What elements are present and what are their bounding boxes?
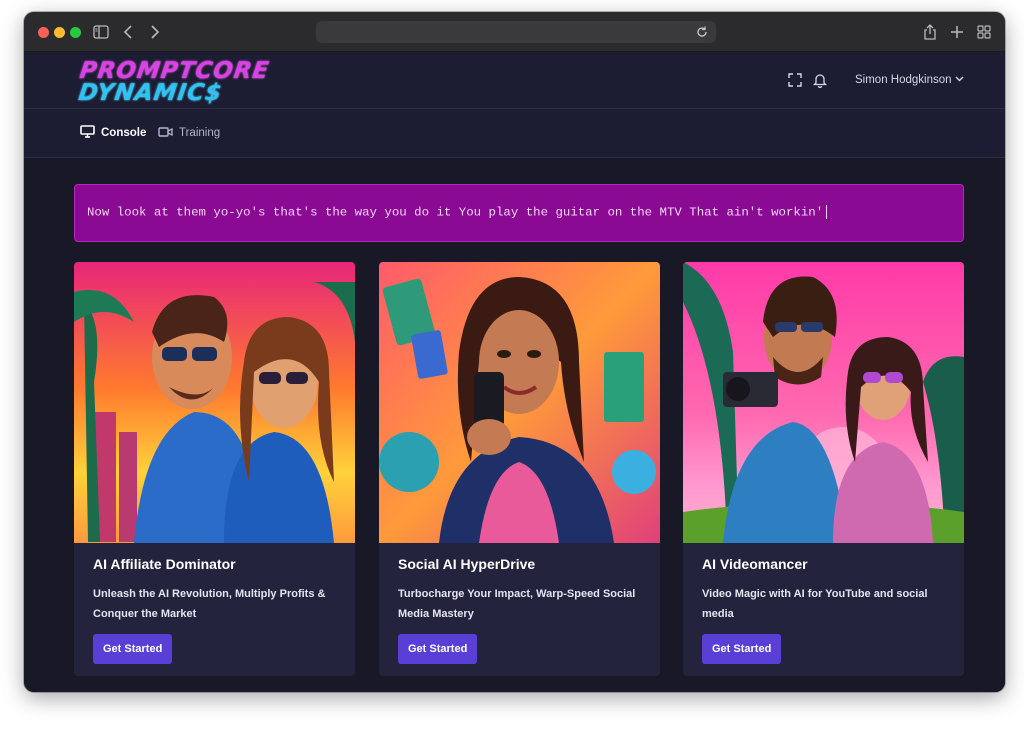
sidebar-toggle-icon[interactable] [91, 22, 111, 42]
get-started-button[interactable]: Get Started [398, 634, 478, 664]
retro-couple-illustration [74, 262, 355, 543]
browser-toolbar [24, 12, 1005, 52]
tab-console-label: Console [101, 127, 147, 139]
tab-overview-icon[interactable] [974, 22, 994, 42]
new-tab-icon[interactable] [947, 22, 967, 42]
main-nav: Console Training [24, 109, 1005, 158]
app-header: PROMPTCORE DYNAMIC$ Simon Hodgkinson [24, 52, 1005, 109]
card-description: Unleash the AI Revolution, Multiply Prof… [93, 588, 326, 620]
card-title: AI Videomancer [702, 556, 808, 572]
address-bar[interactable] [316, 21, 716, 43]
user-menu[interactable]: Simon Hodgkinson [855, 72, 964, 88]
card-ai-videomancer: AI Videomancer Video Magic with AI for Y… [683, 262, 964, 676]
back-icon[interactable] [118, 22, 138, 42]
typewriter-banner: Now look at them yo-yo's that's the way … [74, 184, 964, 242]
reload-icon[interactable] [694, 24, 710, 40]
logo-line-2: DYNAMIC$ [76, 80, 224, 106]
card-title: AI Affiliate Dominator [93, 556, 236, 572]
card-description: Turbocharge Your Impact, Warp-Speed Soci… [398, 588, 636, 620]
close-window-button[interactable] [38, 27, 49, 38]
monitor-icon [80, 125, 95, 141]
bell-icon[interactable] [812, 72, 828, 89]
fullscreen-icon[interactable] [787, 72, 803, 88]
banner-text-line: Now look at them yo-yo's that's the way … [87, 205, 828, 220]
tab-console[interactable]: Console [80, 125, 146, 141]
minimize-window-button[interactable] [54, 27, 65, 38]
brand-logo[interactable]: PROMPTCORE DYNAMIC$ [75, 58, 322, 108]
get-started-button[interactable]: Get Started [702, 634, 782, 664]
card-image [683, 262, 964, 543]
console-content: Now look at them yo-yo's that's the way … [24, 158, 1005, 692]
video-camera-icon [158, 126, 173, 141]
banner-text: Now look at them yo-yo's that's the way … [87, 205, 824, 220]
get-started-button[interactable]: Get Started [93, 634, 173, 664]
text-cursor [826, 205, 828, 219]
retro-phone-woman-illustration [379, 262, 660, 543]
tab-training[interactable]: Training [158, 125, 220, 141]
card-title: Social AI HyperDrive [398, 556, 536, 572]
chevron-down-icon [955, 74, 964, 86]
logo-line-1: PROMPTCORE [78, 58, 272, 84]
maximize-window-button[interactable] [70, 27, 81, 38]
share-icon[interactable] [920, 22, 940, 42]
browser-window: PROMPTCORE DYNAMIC$ Simon Hodgkinson Con… [24, 12, 1005, 692]
card-image [379, 262, 660, 543]
forward-icon[interactable] [145, 22, 165, 42]
card-image [74, 262, 355, 543]
tab-training-label: Training [179, 127, 221, 139]
user-name: Simon Hodgkinson [855, 74, 952, 86]
card-social-ai-hyperdrive: Social AI HyperDrive Turbocharge Your Im… [379, 262, 660, 676]
card-description: Video Magic with AI for YouTube and soci… [702, 588, 928, 620]
retro-camera-couple-illustration [683, 262, 964, 543]
card-ai-affiliate-dominator: AI Affiliate Dominator Unleash the AI Re… [74, 262, 355, 676]
